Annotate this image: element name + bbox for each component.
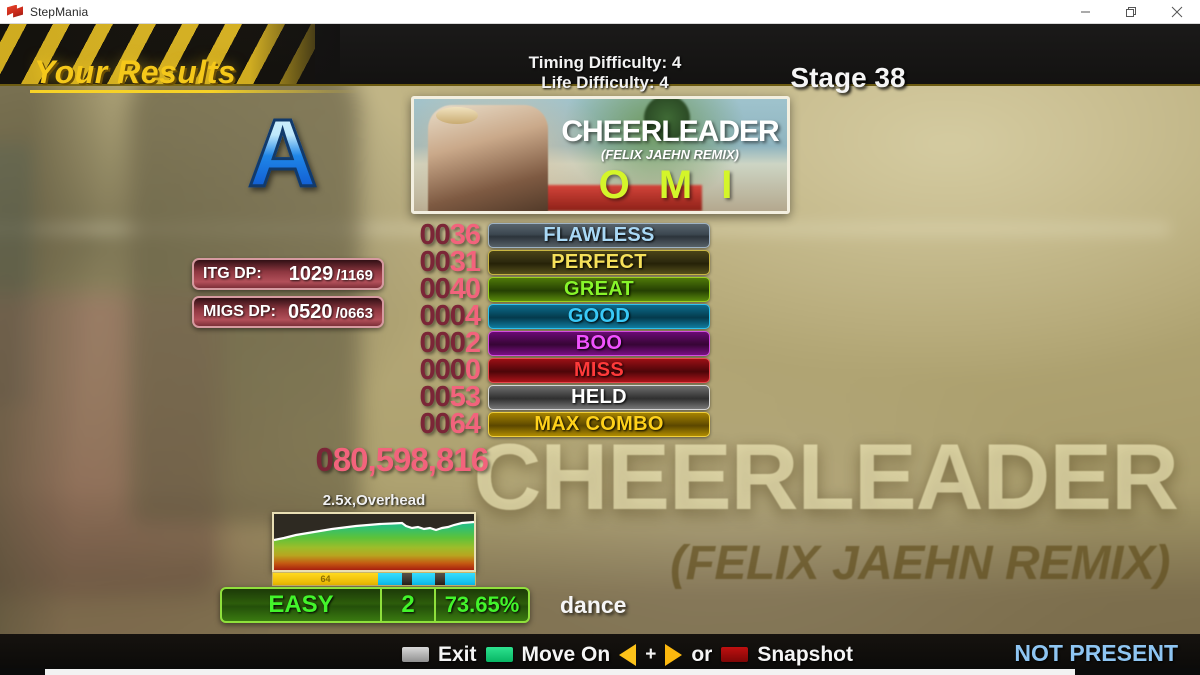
judgment-label-miss: MISS: [488, 358, 710, 383]
arrow-left-icon[interactable]: [619, 643, 637, 666]
style-label: dance: [560, 592, 627, 618]
stepmania-arrow-icon: [7, 4, 23, 20]
stepmania-results-screen: StepMania CHEERLEADER (FELIX JAEHN REMIX…: [0, 0, 1200, 675]
help-items: Exit Move On + or Snapshot: [347, 643, 853, 667]
combo-segment: [412, 573, 435, 585]
table-row: 0040 GREAT: [388, 273, 712, 305]
snapshot-label: Snapshot: [757, 642, 853, 666]
table-row: 0004 GOOD: [388, 300, 712, 332]
window-bottom-edge: [45, 669, 1075, 675]
or-label: or: [691, 642, 713, 666]
judgment-label-held: HELD: [488, 385, 710, 410]
itg-dp-current: 1029: [288, 262, 334, 285]
move-on-button-chip[interactable]: [485, 647, 513, 662]
judgment-label-max-combo: MAX COMBO: [488, 412, 710, 437]
table-row: 0036 FLAWLESS: [388, 219, 712, 251]
combo-gap: [434, 573, 445, 585]
judgment-label-boo: BOO: [488, 331, 710, 356]
judgment-label-flawless: FLAWLESS: [488, 223, 710, 248]
life-line-svg: [274, 514, 474, 542]
combo-segment-main: 64: [273, 573, 379, 585]
judgment-label-great: GREAT: [488, 277, 710, 302]
judgment-count: 0004: [419, 300, 481, 332]
judgment-count: 0053: [419, 381, 481, 413]
difficulty-bar: EASY 2 73.65%: [220, 587, 530, 623]
page-title: Your Results: [34, 54, 237, 90]
restore-icon[interactable]: [1108, 0, 1154, 24]
judgment-label-good: GOOD: [488, 304, 710, 329]
judgment-count: 0002: [419, 327, 481, 359]
banner-remix-label: (FELIX JAEHN REMIX): [601, 147, 739, 162]
life-graph-plot: [272, 512, 476, 572]
difficulty-meter: 2: [382, 589, 436, 621]
migs-dp-current: 0520: [287, 300, 333, 323]
total-score: 080,598,816: [315, 441, 489, 478]
table-row: 0000 MISS: [388, 354, 712, 386]
score-percent: 73.65%: [444, 592, 520, 617]
song-banner: CHEERLEADER (FELIX JAEHN REMIX) O M I: [411, 96, 790, 214]
difficulty-info: Timing Difficulty: 4 Life Difficulty: 4: [430, 53, 780, 93]
difficulty-name: EASY: [222, 589, 382, 621]
combo-segment: [378, 573, 403, 585]
itg-dp-max: /1169: [336, 267, 373, 284]
life-difficulty-label: Life Difficulty: 4: [541, 73, 669, 92]
title-underline: [30, 90, 360, 93]
window-titlebar: StepMania: [0, 0, 1200, 24]
move-on-label: Move On: [521, 642, 611, 666]
grade-letter: A: [246, 100, 318, 207]
judgment-table: 0036 FLAWLESS 0031 PERFECT 0040 GREAT 00…: [388, 219, 712, 440]
combo-bar: 64: [272, 572, 476, 586]
exit-label: Exit: [438, 642, 477, 666]
plus-label: +: [645, 643, 657, 665]
stage-number-label: Stage 38: [790, 62, 906, 93]
combo-gap: [402, 573, 413, 585]
results-header-bar: Your Results Timing Difficulty: 4 Life D…: [0, 24, 1200, 93]
arrow-right-icon[interactable]: [665, 643, 683, 666]
itg-dp-box: ITG DP: 1029 /1169: [192, 258, 384, 290]
migs-dp-box: MIGS DP: 0520 /0663: [192, 296, 384, 328]
table-row: 0053 HELD: [388, 381, 712, 413]
life-graph: 2.5x,Overhead 64: [268, 492, 480, 586]
judgment-count: 0000: [419, 354, 481, 386]
judgment-label-perfect: PERFECT: [488, 250, 710, 275]
exit-button-chip[interactable]: [402, 647, 429, 662]
banner-song-title: CHEERLEADER: [561, 115, 779, 148]
migs-dp-max: /0663: [335, 305, 373, 322]
judgment-count: 0031: [419, 246, 481, 278]
judgment-count: 0036: [419, 219, 481, 251]
snapshot-button-chip[interactable]: [721, 647, 749, 662]
judgment-count: 0064: [419, 408, 481, 440]
itg-dp-label: ITG DP:: [203, 265, 262, 282]
close-icon[interactable]: [1154, 0, 1200, 24]
judgment-count: 0040: [419, 273, 481, 305]
timing-difficulty-label: Timing Difficulty: 4: [528, 53, 682, 72]
combo-segment: [444, 573, 475, 585]
combo-count-label: 64: [320, 574, 331, 584]
table-row: 0031 PERFECT: [388, 246, 712, 278]
migs-dp-label: MIGS DP:: [203, 303, 276, 320]
table-row: 0064 MAX COMBO: [388, 408, 712, 440]
minimize-icon[interactable]: [1062, 0, 1108, 24]
modifiers-label: 2.5x,Overhead: [322, 492, 426, 509]
table-row: 0002 BOO: [388, 327, 712, 359]
player-status: NOT PRESENT: [1014, 640, 1178, 666]
window-controls: [1062, 0, 1200, 24]
window-title: StepMania: [30, 4, 89, 19]
banner-artist: O M I: [598, 163, 742, 207]
